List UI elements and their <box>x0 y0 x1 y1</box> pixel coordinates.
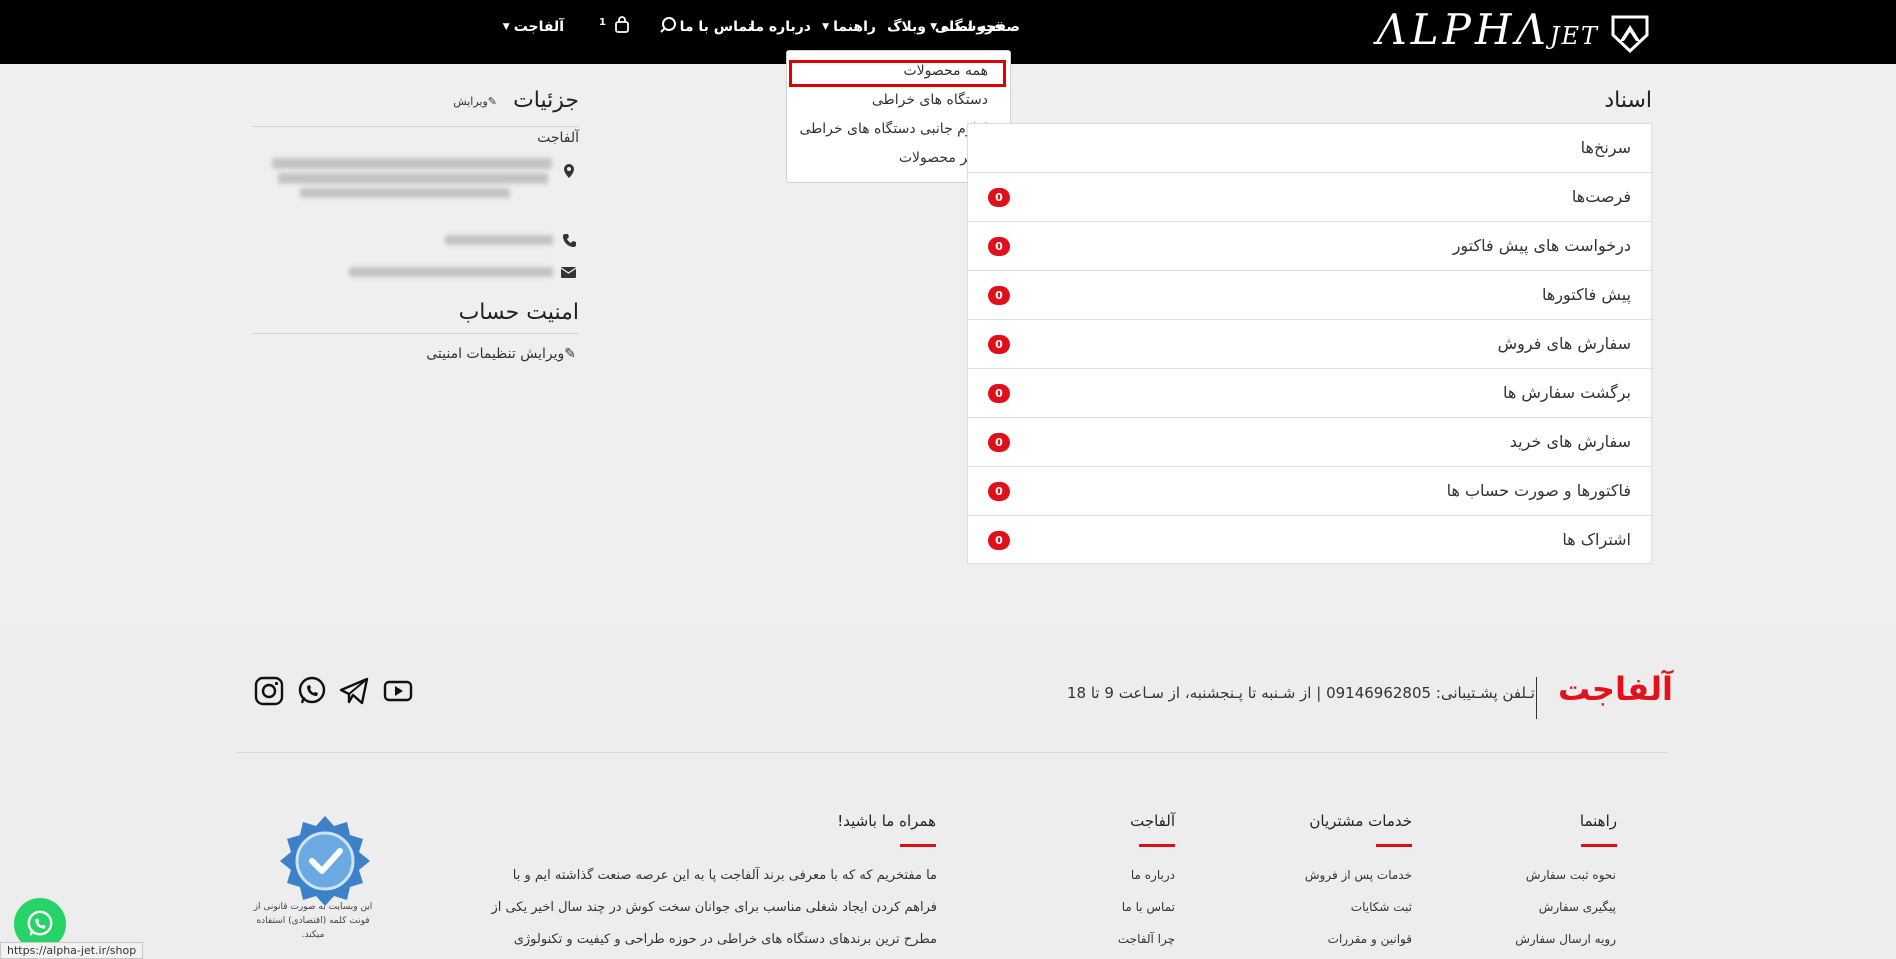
trust-seal-icon[interactable] <box>278 814 372 908</box>
nav-guide[interactable]: راهنما▼ <box>822 19 876 35</box>
doc-row-label: سفارش های خرید <box>1509 432 1631 451</box>
dropdown-item-all-products[interactable]: همه محصولات <box>903 63 988 79</box>
doc-row-quotations[interactable]: پیش فاکتورها 0 <box>968 271 1651 320</box>
doc-row-leads[interactable]: سرنخ‌ها <box>968 124 1651 173</box>
about-line: ما مفتخریم که که با معرفی برند آلفاجت پا… <box>512 868 937 883</box>
search-icon[interactable] <box>660 16 678 34</box>
doc-row-purchase-orders[interactable]: سفارش های خرید 0 <box>968 418 1651 467</box>
footer-link[interactable]: تماس با ما <box>1122 900 1175 914</box>
nav-guide-label: راهنما <box>833 19 876 35</box>
telegram-icon[interactable] <box>339 676 369 706</box>
nav-shop-label: فروشگاه <box>940 19 1003 35</box>
details-title: جزئیات <box>513 88 579 113</box>
details-edit-label: ویرایش <box>453 95 488 108</box>
security-title: امنیت حساب <box>458 300 579 325</box>
nav-blog[interactable]: وبلاگ <box>887 19 926 35</box>
whatsapp-icon <box>27 910 53 936</box>
address-redacted <box>272 158 552 169</box>
email-redacted <box>349 267 553 277</box>
doc-row-subscriptions[interactable]: اشتراک ها 0 <box>968 516 1651 565</box>
divider <box>252 333 579 334</box>
support-info: تـلفن پشـتیبانی: 09146962805 | از شـنبه … <box>1067 684 1535 702</box>
about-paragraph: ما مفتخریم که که با معرفی برند آلفاجت پا… <box>490 860 937 956</box>
map-marker-icon <box>564 164 574 178</box>
pencil-icon: ✎ <box>564 346 576 362</box>
doc-row-order-returns[interactable]: برگشت سفارش ها 0 <box>968 369 1651 418</box>
footer-link[interactable]: درباره ما <box>1131 868 1175 882</box>
divider <box>252 126 579 127</box>
about-line: مطرح ترین برندهای دستگاه های خراطی در حو… <box>513 932 937 947</box>
instagram-icon[interactable] <box>254 676 284 706</box>
count-badge: 0 <box>988 188 1010 207</box>
nav-contact[interactable]: تماس با ما <box>680 19 753 35</box>
logo-shield-icon <box>1611 15 1649 53</box>
nav-account[interactable]: آلفاجت▼ <box>503 19 564 35</box>
doc-row-label: درخواست های پیش فاکتور <box>1452 236 1631 255</box>
footer-link[interactable]: رویه ارسال سفارش <box>1515 932 1616 946</box>
nav-account-label: آلفاجت <box>513 19 564 35</box>
details-edit-link[interactable]: ✎ویرایش <box>453 95 497 108</box>
address-redacted <box>300 188 510 198</box>
footer-link[interactable]: خدمات پس از فروش <box>1305 868 1412 882</box>
documents-title: اسناد <box>1604 88 1652 113</box>
company-name: آلفاجت <box>537 130 579 146</box>
footer-brand-logo[interactable]: آلفاجت <box>1558 670 1673 708</box>
doc-row-invoices[interactable]: فاکتورها و صورت حساب ها 0 <box>968 467 1651 516</box>
nav-about[interactable]: درباره ما <box>750 19 811 35</box>
doc-row-label: سرنخ‌ها <box>1580 138 1631 157</box>
phone-icon <box>563 234 576 247</box>
doc-row-label: سفارش های فروش <box>1497 334 1631 353</box>
count-badge: 0 <box>988 335 1010 354</box>
count-badge: 0 <box>988 384 1010 403</box>
phone-redacted <box>445 235 553 245</box>
footer-col-join-title: همراه ما باشید! <box>837 812 936 847</box>
count-badge: 0 <box>988 433 1010 452</box>
count-badge: 0 <box>988 531 1010 550</box>
chevron-down-icon: ▼ <box>822 22 830 32</box>
divider <box>237 752 1667 753</box>
youtube-icon[interactable] <box>383 676 413 706</box>
footer-col-alphajet-title: آلفاجت <box>1130 812 1175 847</box>
about-line: فراهم کردن ایجاد شغلی مناسب برای جوانان … <box>491 900 937 915</box>
doc-row-label: فاکتورها و صورت حساب ها <box>1446 481 1631 500</box>
footer-col-services-title: خدمات مشتریان <box>1309 812 1412 847</box>
doc-row-label: برگشت سفارش ها <box>1503 383 1631 402</box>
pencil-icon: ✎ <box>487 95 497 108</box>
address-redacted <box>278 173 548 184</box>
dropdown-item-lathes[interactable]: دستگاه های خراطی <box>872 92 988 108</box>
count-badge: 0 <box>988 237 1010 256</box>
doc-row-quote-requests[interactable]: درخواست های پیش فاکتور 0 <box>968 222 1651 271</box>
doc-row-label: فرصت‌ها <box>1571 187 1631 206</box>
divider <box>1536 677 1537 719</box>
nav-shop[interactable]: فروشگاه▼ <box>930 19 1003 35</box>
footer-link[interactable]: چرا آلفاجت <box>1118 932 1175 946</box>
footer-col-guide-title: راهنما <box>1579 812 1618 847</box>
cart-icon[interactable] <box>614 16 630 34</box>
security-edit-label: ویرایش تنظیمات امنیتی <box>426 346 565 362</box>
footer-link[interactable]: نحوه ثبت سفارش <box>1526 868 1616 882</box>
footer-link[interactable]: ثبت شکایات <box>1351 900 1412 914</box>
logo-wordmark: ΛLPHΛJET <box>1376 5 1599 54</box>
browser-status-url: https://alpha-jet.ir/shop <box>0 942 144 959</box>
security-edit-link[interactable]: ✎ویرایش تنظیمات امنیتی <box>426 346 576 362</box>
doc-row-opportunities[interactable]: فرصت‌ها 0 <box>968 173 1651 222</box>
count-badge: 0 <box>988 482 1010 501</box>
whatsapp-icon[interactable] <box>297 676 327 706</box>
site-logo[interactable]: ΛLPHΛJET <box>1376 8 1651 58</box>
font-license-note: این وبسایت به صورت قانونی از فونت کلمه (… <box>253 902 373 940</box>
doc-row-label: اشتراک ها <box>1562 530 1631 549</box>
documents-list: سرنخ‌ها فرصت‌ها 0 درخواست های پیش فاکتور… <box>967 123 1652 564</box>
footer-link[interactable]: قوانین و مقررات <box>1328 932 1412 946</box>
doc-row-sales-orders[interactable]: سفارش های فروش 0 <box>968 320 1651 369</box>
count-badge: 0 <box>988 286 1010 305</box>
chevron-down-icon: ▼ <box>502 22 510 32</box>
cart-count-badge: 1 <box>599 17 606 28</box>
envelope-icon <box>561 267 576 278</box>
chevron-down-icon: ▼ <box>930 22 937 32</box>
dropdown-item-accessories[interactable]: لوازم جانبی دستگاه های خراطی <box>799 121 988 137</box>
footer-link[interactable]: پیگیری سفارش <box>1539 900 1616 914</box>
doc-row-label: پیش فاکتورها <box>1541 285 1631 304</box>
